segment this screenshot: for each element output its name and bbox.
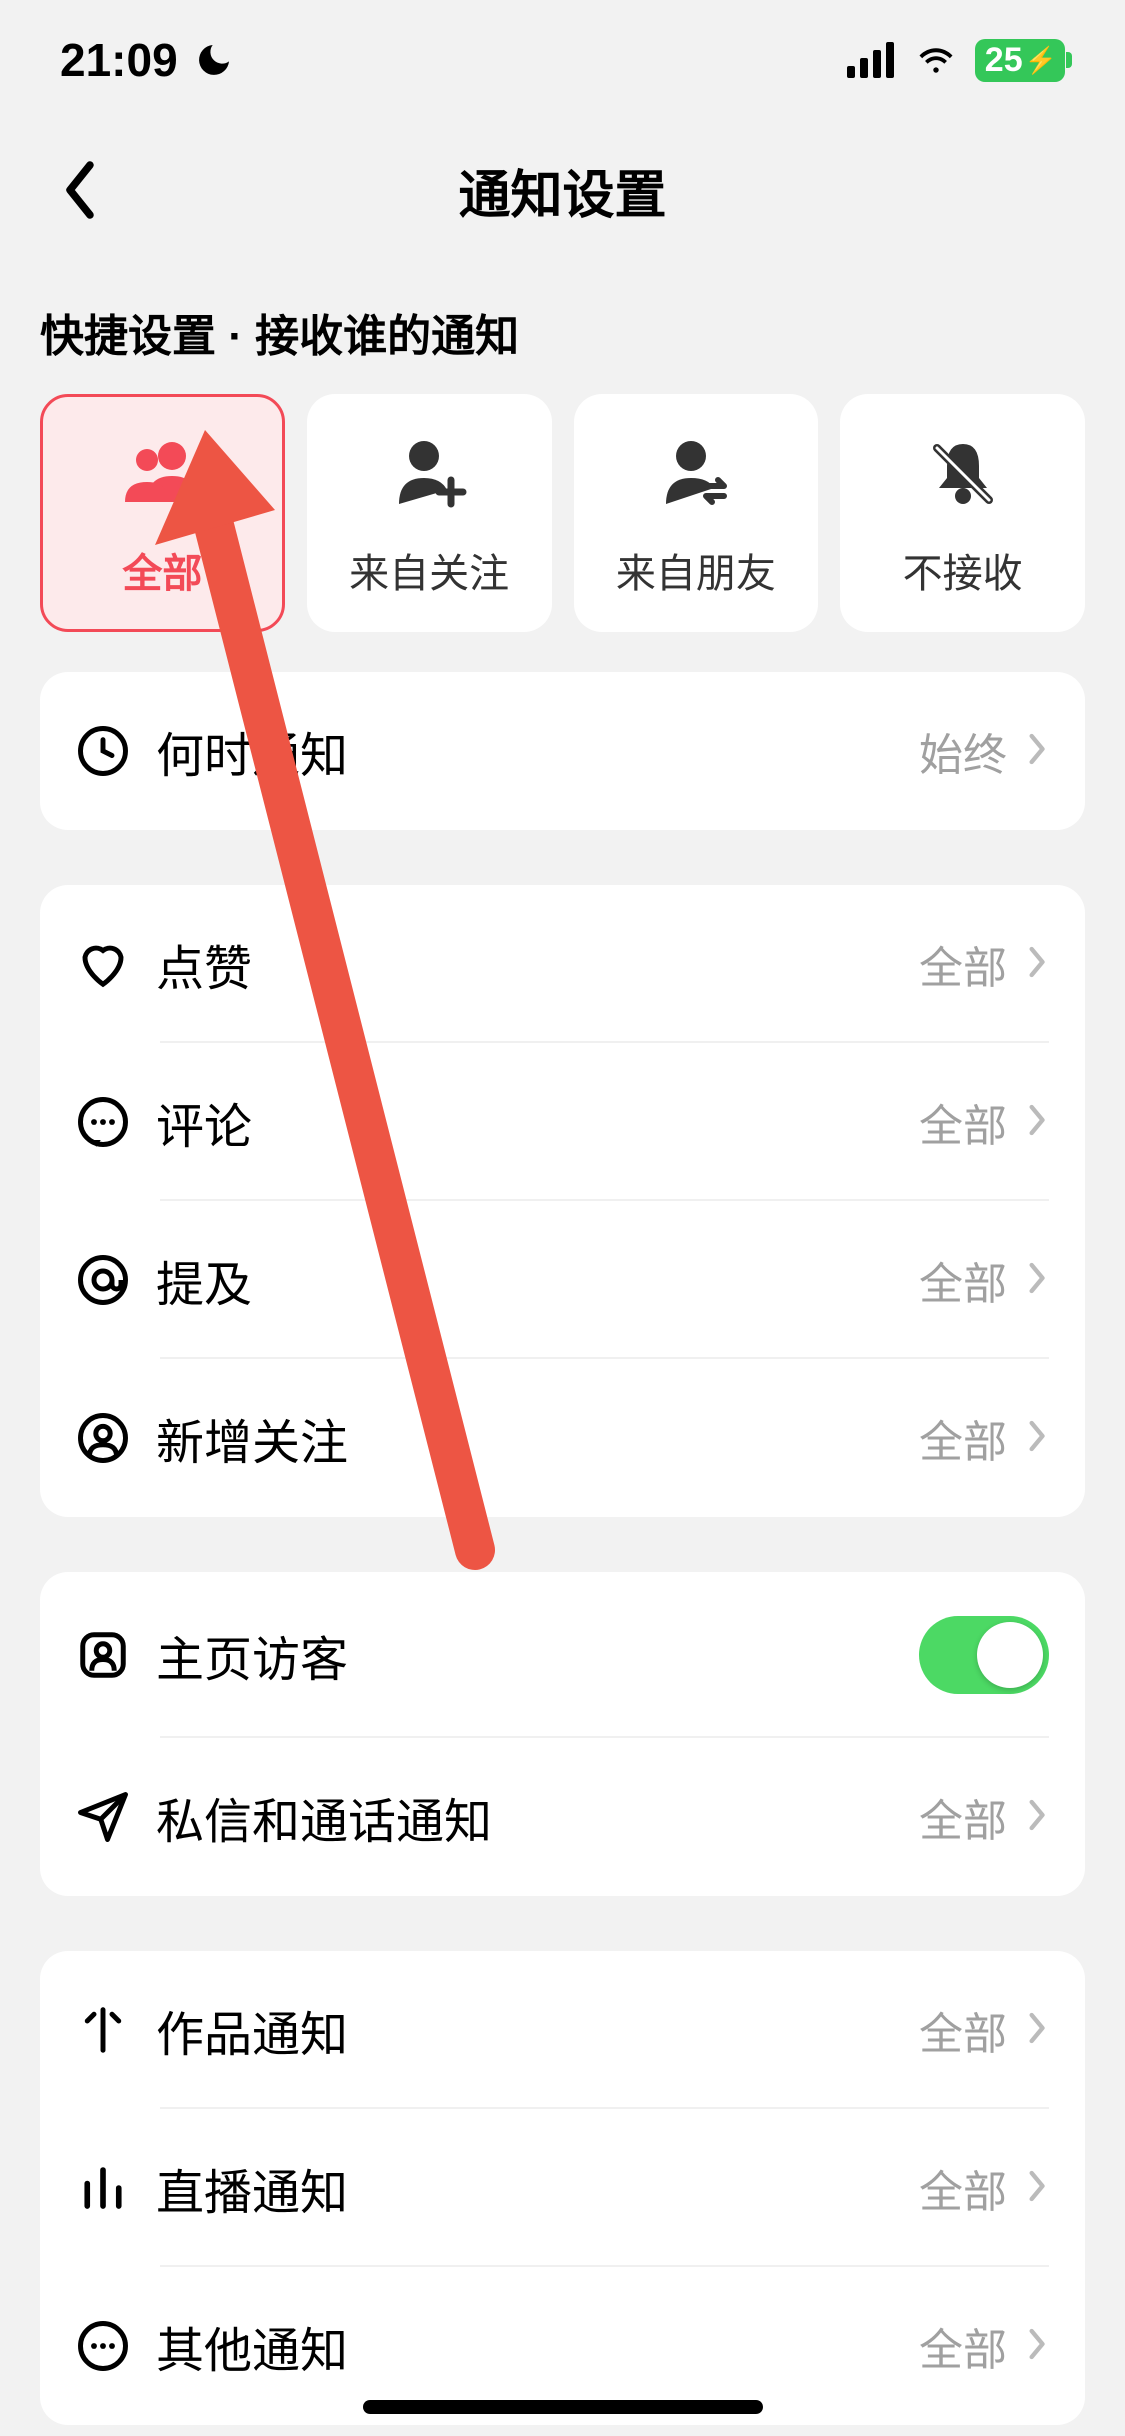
row-label: 评论 bbox=[156, 1087, 919, 1157]
row-comments[interactable]: 评论 全部 bbox=[40, 1043, 1085, 1201]
chevron-right-icon bbox=[1023, 1415, 1049, 1462]
status-bar: 21:09 25 ⚡ bbox=[0, 0, 1125, 120]
row-works-notify[interactable]: 作品通知 全部 bbox=[40, 1951, 1085, 2109]
row-value: 全部 bbox=[919, 932, 1007, 996]
settings-group-visitors-messages: 主页访客 私信和通话通知 全部 bbox=[40, 1572, 1085, 1896]
chevron-right-icon bbox=[1023, 2323, 1049, 2370]
quick-tile-all[interactable]: 全部 bbox=[40, 394, 285, 632]
charging-icon: ⚡ bbox=[1025, 45, 1057, 76]
clock-icon bbox=[76, 724, 156, 778]
do-not-disturb-icon bbox=[194, 40, 234, 80]
row-value: 全部 bbox=[919, 1406, 1007, 1470]
status-time: 21:09 bbox=[60, 33, 178, 87]
person-add-icon bbox=[389, 433, 469, 513]
row-label: 私信和通话通知 bbox=[156, 1782, 919, 1852]
row-label: 主页访客 bbox=[156, 1620, 919, 1690]
page-title: 通知设置 bbox=[0, 153, 1125, 228]
heart-icon bbox=[76, 937, 156, 991]
battery-percentage: 25 bbox=[985, 41, 1023, 80]
settings-group-content: 作品通知 全部 直播通知 全部 其他通知 全部 bbox=[40, 1951, 1085, 2425]
row-value: 全部 bbox=[919, 1785, 1007, 1849]
row-value: 始终 bbox=[919, 719, 1007, 783]
row-when-notify[interactable]: 何时通知 始终 bbox=[40, 672, 1085, 830]
row-label: 新增关注 bbox=[156, 1403, 919, 1473]
at-icon bbox=[76, 1253, 156, 1307]
chevron-right-icon bbox=[1023, 2165, 1049, 2212]
row-value: 全部 bbox=[919, 1998, 1007, 2062]
row-likes[interactable]: 点赞 全部 bbox=[40, 885, 1085, 1043]
home-indicator bbox=[363, 2400, 763, 2414]
row-value: 全部 bbox=[919, 1090, 1007, 1154]
row-value: 全部 bbox=[919, 2156, 1007, 2220]
quick-tile-label: 不接收 bbox=[903, 541, 1023, 599]
chevron-right-icon bbox=[1023, 1257, 1049, 1304]
quick-tile-label: 全部 bbox=[122, 541, 202, 599]
quick-tile-friends[interactable]: 来自朋友 bbox=[574, 394, 819, 632]
row-new-follower[interactable]: 新增关注 全部 bbox=[40, 1359, 1085, 1517]
row-label: 提及 bbox=[156, 1245, 919, 1315]
bell-off-icon bbox=[923, 433, 1003, 513]
battery-indicator: 25 ⚡ bbox=[975, 39, 1065, 82]
person-exchange-icon bbox=[656, 433, 736, 513]
more-icon bbox=[76, 2319, 156, 2373]
chevron-right-icon bbox=[1023, 1099, 1049, 1146]
wifi-icon bbox=[911, 42, 961, 78]
chat-icon bbox=[76, 1095, 156, 1149]
quick-tile-none[interactable]: 不接收 bbox=[840, 394, 1085, 632]
quick-tile-label: 来自关注 bbox=[349, 541, 509, 599]
row-live-notify[interactable]: 直播通知 全部 bbox=[40, 2109, 1085, 2267]
row-label: 直播通知 bbox=[156, 2153, 919, 2223]
back-button[interactable] bbox=[40, 150, 120, 230]
user-circle-icon bbox=[76, 1411, 156, 1465]
row-mentions[interactable]: 提及 全部 bbox=[40, 1201, 1085, 1359]
row-value: 全部 bbox=[919, 2314, 1007, 2378]
sparkle-icon bbox=[76, 2003, 156, 2057]
row-label: 何时通知 bbox=[156, 716, 919, 786]
cellular-signal-icon bbox=[847, 42, 897, 78]
row-label: 点赞 bbox=[156, 929, 919, 999]
row-dm-calls[interactable]: 私信和通话通知 全部 bbox=[40, 1738, 1085, 1896]
bars-icon bbox=[76, 2161, 156, 2215]
quick-settings-label: 快捷设置 · 接收谁的通知 bbox=[0, 260, 1125, 394]
row-value: 全部 bbox=[919, 1248, 1007, 1312]
row-profile-visitors[interactable]: 主页访客 bbox=[40, 1572, 1085, 1738]
visitor-icon bbox=[76, 1628, 156, 1682]
people-icon bbox=[117, 433, 207, 513]
chevron-right-icon bbox=[1023, 1794, 1049, 1841]
settings-group-when: 何时通知 始终 bbox=[40, 672, 1085, 830]
toggle-profile-visitors[interactable] bbox=[919, 1616, 1049, 1694]
quick-settings-tiles: 全部 来自关注 来自朋友 不接收 bbox=[0, 394, 1125, 672]
settings-group-interactions: 点赞 全部 评论 全部 提及 全部 新增关注 全部 bbox=[40, 885, 1085, 1517]
quick-tile-label: 来自朋友 bbox=[616, 541, 776, 599]
row-label: 其他通知 bbox=[156, 2311, 919, 2381]
send-icon bbox=[76, 1790, 156, 1844]
quick-tile-following[interactable]: 来自关注 bbox=[307, 394, 552, 632]
chevron-right-icon bbox=[1023, 2007, 1049, 2054]
row-label: 作品通知 bbox=[156, 1995, 919, 2065]
header: 通知设置 bbox=[0, 120, 1125, 260]
chevron-right-icon bbox=[1023, 728, 1049, 775]
chevron-right-icon bbox=[1023, 941, 1049, 988]
